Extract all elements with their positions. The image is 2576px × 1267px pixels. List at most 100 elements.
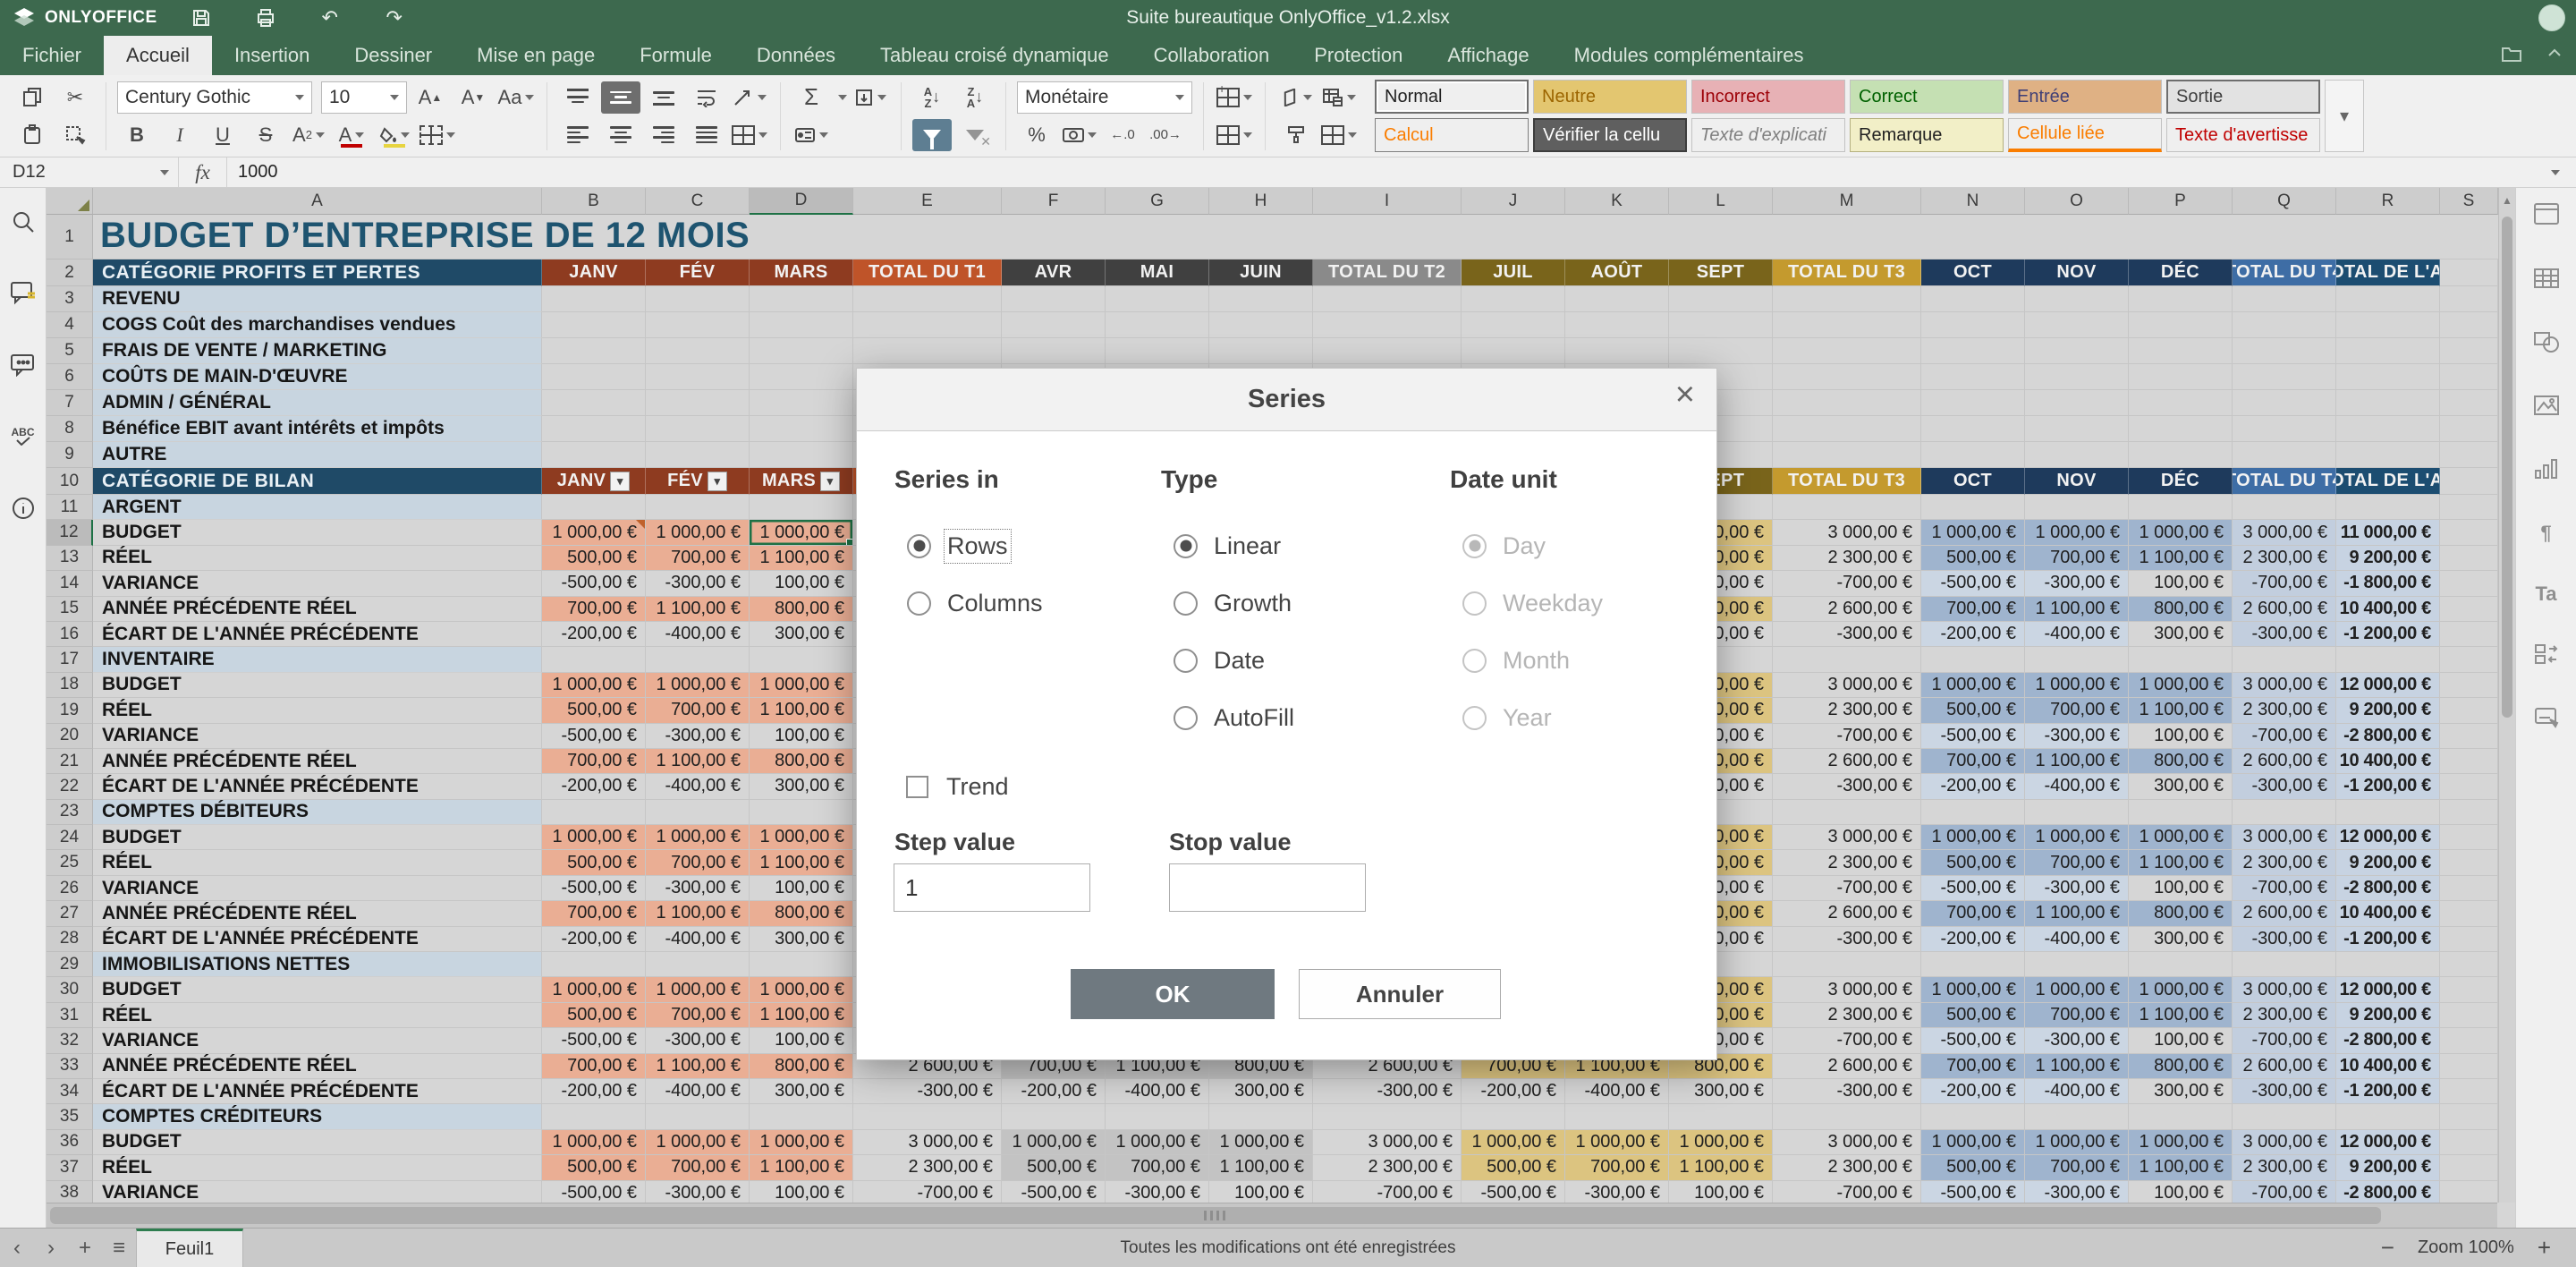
align-center-icon[interactable] — [601, 119, 640, 151]
grid-cell[interactable]: 1 100,00 € — [646, 749, 750, 774]
row-header-5[interactable]: 5 — [47, 338, 93, 364]
column-header-H[interactable]: H — [1209, 188, 1313, 215]
grid-cell[interactable]: -300,00 € — [2025, 1028, 2129, 1053]
grid-cell[interactable]: 1 000,00 € — [2025, 673, 2129, 698]
tab-mise-en-page[interactable]: Mise en page — [454, 36, 617, 75]
grid-cell[interactable] — [2440, 597, 2498, 622]
row-header-35[interactable]: 35 — [47, 1104, 93, 1129]
radio-date[interactable]: Date — [1174, 632, 1294, 689]
grid-cell[interactable]: 1 000,00 € — [542, 520, 646, 545]
row-label[interactable]: VARIANCE — [93, 1028, 542, 1053]
grid-cell[interactable] — [1773, 495, 1921, 520]
header-cell[interactable]: TOTAL DU T3 — [1773, 468, 1921, 495]
underline-icon[interactable]: U — [203, 119, 242, 151]
cell-style-cellule[interactable]: Cellule liée — [2008, 118, 2162, 152]
row-header-19[interactable]: 19 — [47, 698, 93, 723]
user-avatar[interactable] — [2538, 4, 2565, 31]
grid-cell[interactable]: -500,00 € — [1921, 724, 2025, 749]
grid-cell[interactable]: 300,00 € — [750, 774, 853, 799]
grid-cell[interactable] — [646, 364, 750, 390]
bold-icon[interactable]: B — [117, 119, 157, 151]
grid-cell[interactable] — [1921, 338, 2025, 364]
row-header-14[interactable]: 14 — [47, 571, 93, 596]
grid-cell[interactable]: 100,00 € — [750, 1181, 853, 1203]
prev-sheet-icon[interactable]: ‹ — [0, 1229, 34, 1267]
grid-cell[interactable]: 700,00 € — [2025, 1155, 2129, 1180]
grid-cell[interactable] — [1669, 312, 1773, 338]
grid-cell[interactable] — [2233, 364, 2336, 390]
grid-cell[interactable] — [2336, 286, 2440, 312]
grid-cell[interactable] — [2440, 364, 2498, 390]
tab-collaboration[interactable]: Collaboration — [1131, 36, 1292, 75]
grid-cell[interactable] — [750, 952, 853, 977]
tab-accueil[interactable]: Accueil — [104, 36, 212, 75]
font-color-icon[interactable]: A — [332, 119, 371, 151]
grid-cell[interactable]: 500,00 € — [1002, 1155, 1106, 1180]
grid-cell[interactable] — [750, 416, 853, 442]
grid-cell[interactable] — [646, 952, 750, 977]
grid-cell[interactable] — [1565, 1104, 1669, 1129]
grid-cell[interactable]: 700,00 € — [1921, 749, 2025, 774]
filter-button[interactable]: ▾ — [610, 472, 630, 491]
grid-cell[interactable] — [646, 286, 750, 312]
grid-cell[interactable] — [2440, 1054, 2498, 1079]
grid-cell[interactable] — [1773, 800, 1921, 825]
grid-cell[interactable] — [1921, 647, 2025, 672]
table-template-icon[interactable] — [1319, 119, 1359, 151]
grid-cell[interactable]: 9 200,00 € — [2336, 850, 2440, 875]
grid-cell[interactable]: 1 000,00 € — [1002, 1130, 1106, 1155]
grid-cell[interactable] — [2440, 1003, 2498, 1028]
grid-cell[interactable]: 2 600,00 € — [2233, 1054, 2336, 1079]
grid-cell[interactable]: -500,00 € — [542, 1028, 646, 1053]
cut-icon[interactable]: ✂ — [55, 81, 95, 114]
grid-cell[interactable]: 700,00 € — [542, 749, 646, 774]
grid-cell[interactable]: 2 600,00 € — [2233, 597, 2336, 622]
grid-cell[interactable]: -400,00 € — [2025, 927, 2129, 952]
header-cell[interactable]: AVR — [1002, 259, 1106, 286]
grid-cell[interactable] — [542, 647, 646, 672]
grid-cell[interactable] — [2440, 1181, 2498, 1203]
section-label[interactable]: AUTRE — [93, 442, 542, 468]
grid-cell[interactable] — [542, 390, 646, 416]
close-icon[interactable]: × — [1675, 378, 1695, 412]
tab-protection[interactable]: Protection — [1292, 36, 1425, 75]
grid-cell[interactable]: -500,00 € — [542, 571, 646, 596]
grid-cell[interactable]: -700,00 € — [1773, 724, 1921, 749]
grid-cell[interactable]: 800,00 € — [2129, 901, 2233, 926]
grid-cell[interactable] — [1462, 338, 1565, 364]
redo-icon[interactable]: ↷ — [374, 4, 415, 31]
grid-cell[interactable]: 1 100,00 € — [2129, 546, 2233, 571]
grid-cell[interactable] — [853, 312, 1002, 338]
grid-cell[interactable] — [646, 442, 750, 468]
row-header-4[interactable]: 4 — [47, 312, 93, 338]
grid-cell[interactable]: 3 000,00 € — [1773, 520, 1921, 545]
cell-style-avertisse[interactable]: Texte d'avertisse — [2166, 118, 2320, 152]
radio-autofill[interactable]: AutoFill — [1174, 689, 1294, 746]
tab-affichage[interactable]: Affichage — [1425, 36, 1551, 75]
next-sheet-icon[interactable]: › — [34, 1229, 68, 1267]
row-header-6[interactable]: 6 — [47, 364, 93, 390]
grid-cell[interactable] — [2336, 800, 2440, 825]
grid-cell[interactable] — [2440, 876, 2498, 901]
grid-cell[interactable]: -1 200,00 € — [2336, 622, 2440, 647]
grid-cell[interactable] — [1106, 312, 1209, 338]
trend-checkbox[interactable]: Trend — [906, 773, 1009, 801]
row-header-13[interactable]: 13 — [47, 546, 93, 571]
grid-cell[interactable] — [2233, 390, 2336, 416]
grid-cell[interactable]: -400,00 € — [2025, 622, 2129, 647]
grid-cell[interactable]: 500,00 € — [1921, 1155, 2025, 1180]
header-cell[interactable]: NOV — [2025, 259, 2129, 286]
cell-style-incorrect[interactable]: Incorrect — [1691, 80, 1845, 114]
grid-cell[interactable] — [1209, 312, 1313, 338]
chat-icon[interactable] — [9, 351, 38, 379]
grid-cell[interactable] — [646, 495, 750, 520]
grid-cell[interactable] — [1209, 1104, 1313, 1129]
row-header-8[interactable]: 8 — [47, 416, 93, 442]
grid-cell[interactable] — [2440, 495, 2498, 520]
grid-cell[interactable] — [2440, 800, 2498, 825]
row-header-37[interactable]: 37 — [47, 1155, 93, 1180]
grid-cell[interactable]: -200,00 € — [1462, 1079, 1565, 1104]
section-label[interactable]: COMPTES CRÉDITEURS — [93, 1104, 542, 1129]
grid-cell[interactable] — [1462, 1104, 1565, 1129]
grid-cell[interactable] — [1773, 338, 1921, 364]
